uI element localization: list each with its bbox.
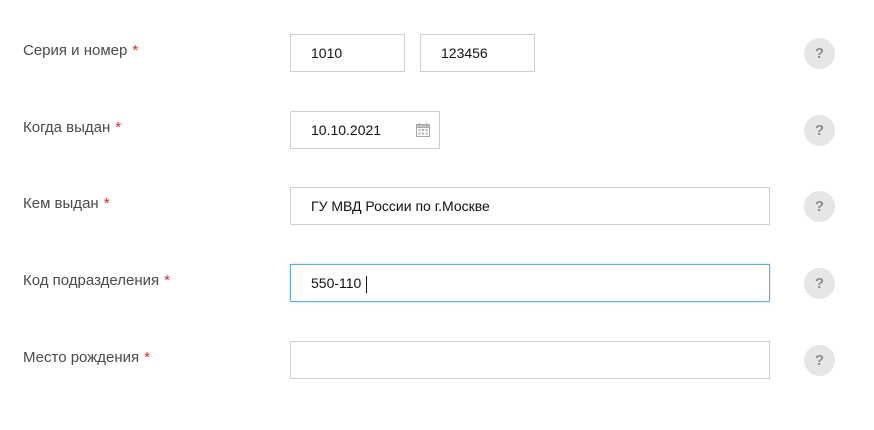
department-code-label-text: Код подразделения: [23, 272, 160, 289]
birth-place-label-text: Место рождения: [23, 349, 140, 366]
issue-date-label-text: Когда выдан: [23, 119, 111, 136]
row-issue-date: Когда выдан* ?: [0, 111, 874, 151]
help-button-series-number[interactable]: ?: [804, 38, 835, 69]
required-mark: *: [115, 119, 122, 136]
calendar-icon[interactable]: [415, 122, 431, 138]
number-field[interactable]: [420, 34, 535, 72]
issue-date-field[interactable]: [290, 111, 440, 149]
text-caret: [366, 276, 367, 293]
issued-by-input[interactable]: [291, 188, 769, 224]
issue-date-label: Когда выдан *: [23, 119, 121, 137]
issued-by-label-text: Кем выдан: [23, 195, 99, 212]
required-mark: *: [144, 349, 150, 366]
required-mark: *: [103, 195, 110, 212]
required-mark: *: [132, 42, 139, 59]
row-issued-by: Кем выдан* ?: [0, 187, 874, 227]
birth-place-label: Место рождения *: [23, 349, 150, 367]
issued-by-label: Кем выдан *: [23, 195, 110, 213]
series-number-label-text: Серия и номер: [23, 42, 128, 59]
series-number-label: Серия и номер *: [23, 42, 138, 60]
series-field[interactable]: [290, 34, 405, 72]
birth-place-field[interactable]: [290, 341, 770, 379]
series-input[interactable]: [291, 35, 404, 71]
number-input[interactable]: [421, 35, 534, 71]
help-button-issue-date[interactable]: ?: [804, 115, 835, 146]
department-code-label: Код подразделения *: [23, 272, 170, 290]
help-button-issued-by[interactable]: ?: [804, 191, 835, 222]
birth-place-input[interactable]: [291, 342, 769, 378]
row-department-code: Код подразделения* ?: [0, 264, 874, 304]
department-code-field[interactable]: [290, 264, 770, 302]
issued-by-field[interactable]: [290, 187, 770, 225]
row-birth-place: Место рождения * ?: [0, 341, 874, 381]
required-mark: *: [164, 272, 170, 289]
help-button-birth-place[interactable]: ?: [804, 345, 835, 376]
row-series-number: Серия и номер* ?: [0, 34, 874, 74]
help-button-department-code[interactable]: ?: [804, 268, 835, 299]
department-code-input[interactable]: [291, 265, 769, 301]
